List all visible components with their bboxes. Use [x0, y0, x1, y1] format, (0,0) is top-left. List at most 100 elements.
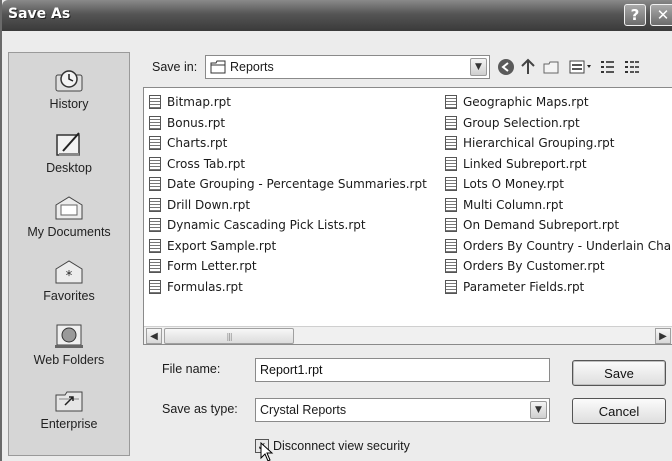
place-enterprise[interactable]: Enterprise: [9, 383, 129, 443]
place-my-documents[interactable]: My Documents: [9, 191, 129, 251]
list-item[interactable]: Drill Down.rpt: [149, 195, 427, 216]
disconnect-view-security-option[interactable]: ✓ Disconnect view security: [255, 438, 410, 454]
list-item[interactable]: Dynamic Cascading Pick Lists.rpt: [149, 215, 427, 236]
place-label: Desktop: [46, 161, 92, 175]
report-file-icon: [149, 95, 161, 110]
chevron-down-icon[interactable]: ▼: [530, 401, 547, 419]
file-name-field[interactable]: Report1.rpt: [255, 358, 550, 382]
file-name: Multi Column.rpt: [463, 197, 564, 212]
save-as-dialog: Save As ? ✕ History Desktop My Documents…: [0, 0, 672, 461]
place-label: History: [49, 97, 89, 111]
horizontal-scrollbar[interactable]: ◀ ||| ▶: [144, 326, 672, 344]
new-folder-icon[interactable]: [542, 57, 562, 77]
title-bar[interactable]: Save As ? ✕: [2, 0, 672, 31]
report-file-icon: [445, 279, 457, 294]
report-file-icon: [445, 136, 457, 151]
scroll-right-icon[interactable]: ▶: [655, 328, 671, 344]
list-item[interactable]: Charts.rpt: [149, 133, 427, 154]
help-button[interactable]: ?: [624, 4, 646, 26]
report-file-icon: [445, 156, 457, 171]
views-menu-icon[interactable]: [568, 57, 594, 77]
report-file-icon: [445, 95, 457, 110]
file-name: Bitmap.rpt: [167, 95, 232, 110]
file-column-right: Geographic Maps.rpt Group Selection.rpt …: [445, 92, 671, 297]
report-file-icon: [149, 156, 161, 171]
file-name-label: File name:: [162, 362, 221, 376]
save-as-type-label: Save as type:: [162, 402, 238, 416]
enterprise-icon: [55, 391, 83, 412]
save-as-type-select[interactable]: Crystal Reports ▼: [255, 398, 550, 422]
report-file-icon: [445, 238, 457, 253]
place-web-folders[interactable]: Web Folders: [9, 319, 129, 379]
list-view-icon[interactable]: [598, 57, 618, 77]
report-file-icon: [149, 259, 161, 274]
place-label: My Documents: [27, 225, 111, 239]
mouse-cursor-icon: [260, 442, 274, 461]
places-bar: History Desktop My Documents * Favorites: [8, 52, 130, 456]
file-name: Charts.rpt: [167, 136, 228, 151]
place-label: Web Folders: [33, 353, 105, 367]
report-file-icon: [445, 177, 457, 192]
history-icon: [55, 70, 83, 92]
save-in-label: Save in:: [152, 60, 198, 74]
up-folder-icon[interactable]: [518, 57, 538, 77]
list-item[interactable]: Bonus.rpt: [149, 113, 427, 134]
file-name: Linked Subreport.rpt: [463, 156, 587, 171]
file-name: Drill Down.rpt: [167, 197, 251, 212]
list-item[interactable]: Date Grouping - Percentage Summaries.rpt: [149, 174, 427, 195]
list-item[interactable]: Hierarchical Grouping.rpt: [445, 133, 671, 154]
report-file-icon: [149, 197, 161, 212]
place-history[interactable]: History: [9, 63, 129, 123]
scroll-left-icon[interactable]: ◀: [146, 328, 162, 344]
save-button[interactable]: Save: [572, 360, 666, 386]
place-desktop[interactable]: Desktop: [9, 127, 129, 187]
place-label: Enterprise: [40, 417, 98, 431]
save-in-value: Reports: [230, 60, 274, 74]
list-item[interactable]: Formulas.rpt: [149, 277, 427, 298]
scroll-thumb[interactable]: |||: [164, 328, 294, 344]
list-item[interactable]: Lots O Money.rpt: [445, 174, 671, 195]
place-favorites[interactable]: * Favorites: [9, 255, 129, 315]
place-label: Favorites: [43, 289, 95, 303]
file-name: Bonus.rpt: [167, 115, 226, 130]
cancel-button[interactable]: Cancel: [572, 398, 666, 424]
file-name: Group Selection.rpt: [463, 115, 580, 130]
close-button[interactable]: ✕: [650, 4, 672, 26]
list-item[interactable]: Group Selection.rpt: [445, 113, 671, 134]
disconnect-label: Disconnect view security: [273, 439, 410, 453]
list-item[interactable]: Bitmap.rpt: [149, 92, 427, 113]
file-list[interactable]: Bitmap.rpt Bonus.rpt Charts.rpt Cross Ta…: [143, 87, 672, 345]
file-name: Dynamic Cascading Pick Lists.rpt: [167, 218, 366, 233]
list-item[interactable]: Multi Column.rpt: [445, 195, 671, 216]
file-name: Formulas.rpt: [167, 279, 243, 294]
list-item[interactable]: Geographic Maps.rpt: [445, 92, 671, 113]
file-name: Export Sample.rpt: [167, 238, 277, 253]
details-view-icon[interactable]: [622, 57, 642, 77]
list-item[interactable]: Orders By Country - Underlain Cha: [445, 236, 671, 257]
report-file-icon: [149, 177, 161, 192]
list-item[interactable]: Cross Tab.rpt: [149, 154, 427, 175]
file-name: Orders By Country - Underlain Cha: [463, 238, 672, 253]
report-file-icon: [445, 197, 457, 212]
report-file-icon: [445, 259, 457, 274]
web-folders-icon: [55, 324, 83, 348]
file-name: Form Letter.rpt: [167, 259, 257, 274]
file-name: Geographic Maps.rpt: [463, 95, 589, 110]
favorites-icon: *: [55, 260, 83, 284]
back-icon[interactable]: [496, 57, 516, 77]
save-in-combo[interactable]: Reports ▼: [205, 55, 490, 79]
file-name: Lots O Money.rpt: [463, 177, 564, 192]
folder-icon: [210, 60, 226, 74]
file-name: Parameter Fields.rpt: [463, 279, 585, 294]
my-documents-icon: [55, 196, 83, 220]
save-as-type-value: Crystal Reports: [260, 403, 347, 417]
list-item[interactable]: Parameter Fields.rpt: [445, 277, 671, 298]
list-item[interactable]: Linked Subreport.rpt: [445, 154, 671, 175]
list-item[interactable]: Export Sample.rpt: [149, 236, 427, 257]
list-item[interactable]: Orders By Customer.rpt: [445, 256, 671, 277]
chevron-down-icon[interactable]: ▼: [470, 58, 487, 76]
list-item[interactable]: On Demand Subreport.rpt: [445, 215, 671, 236]
list-item[interactable]: Form Letter.rpt: [149, 256, 427, 277]
desktop-icon: [56, 132, 80, 156]
file-name: Hierarchical Grouping.rpt: [463, 136, 615, 151]
